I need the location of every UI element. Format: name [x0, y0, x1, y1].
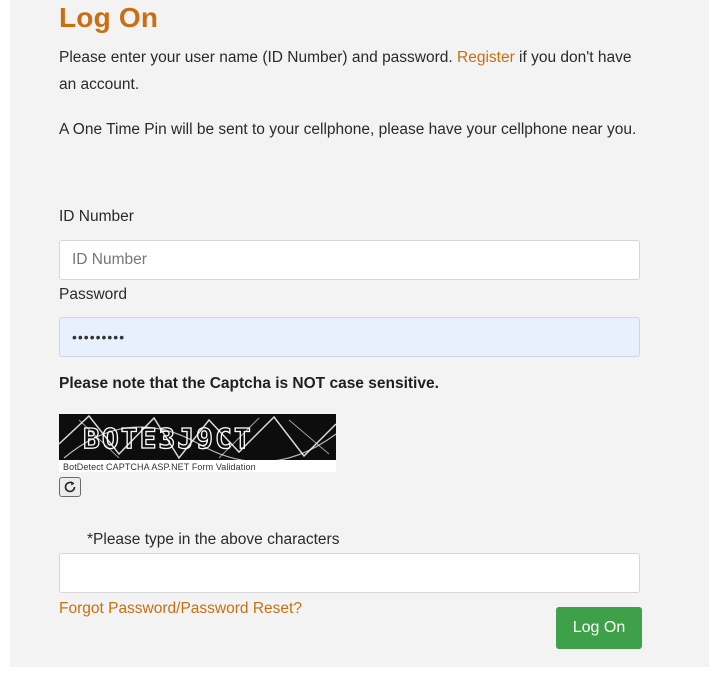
page-title: Log On [59, 2, 159, 33]
intro-text: Please enter your user name (ID Number) … [59, 44, 649, 98]
register-link[interactable]: Register [457, 49, 515, 66]
captcha-image: BOTE3J9CT BotDetect CAPTCHA ASP.NET Form… [58, 414, 337, 472]
log-on-button[interactable]: Log On [556, 607, 642, 649]
captcha-input[interactable] [59, 553, 640, 593]
forgot-password-link[interactable]: Forgot Password/Password Reset? [59, 600, 302, 618]
password-mask: ••••••••• [72, 329, 126, 345]
captcha-caption: BotDetect CAPTCHA ASP.NET Form Validatio… [63, 462, 256, 472]
captcha-note: Please note that the Captcha is NOT case… [59, 375, 439, 392]
login-panel: Log On Please enter your user name (ID N… [10, 0, 709, 667]
intro-text-before: Please enter your user name (ID Number) … [59, 49, 458, 66]
captcha-input-label: *Please type in the above characters [87, 531, 340, 548]
password-input[interactable]: ••••••••• [59, 317, 640, 357]
captcha-characters: BOTE3J9CT [83, 422, 253, 455]
password-label: Password [59, 286, 128, 303]
reload-icon [64, 481, 76, 493]
id-number-label: ID Number [59, 208, 134, 225]
captcha-reload-button[interactable] [59, 477, 81, 497]
id-number-input[interactable] [59, 240, 640, 280]
otp-notice: A One Time Pin will be sent to your cell… [59, 121, 637, 138]
